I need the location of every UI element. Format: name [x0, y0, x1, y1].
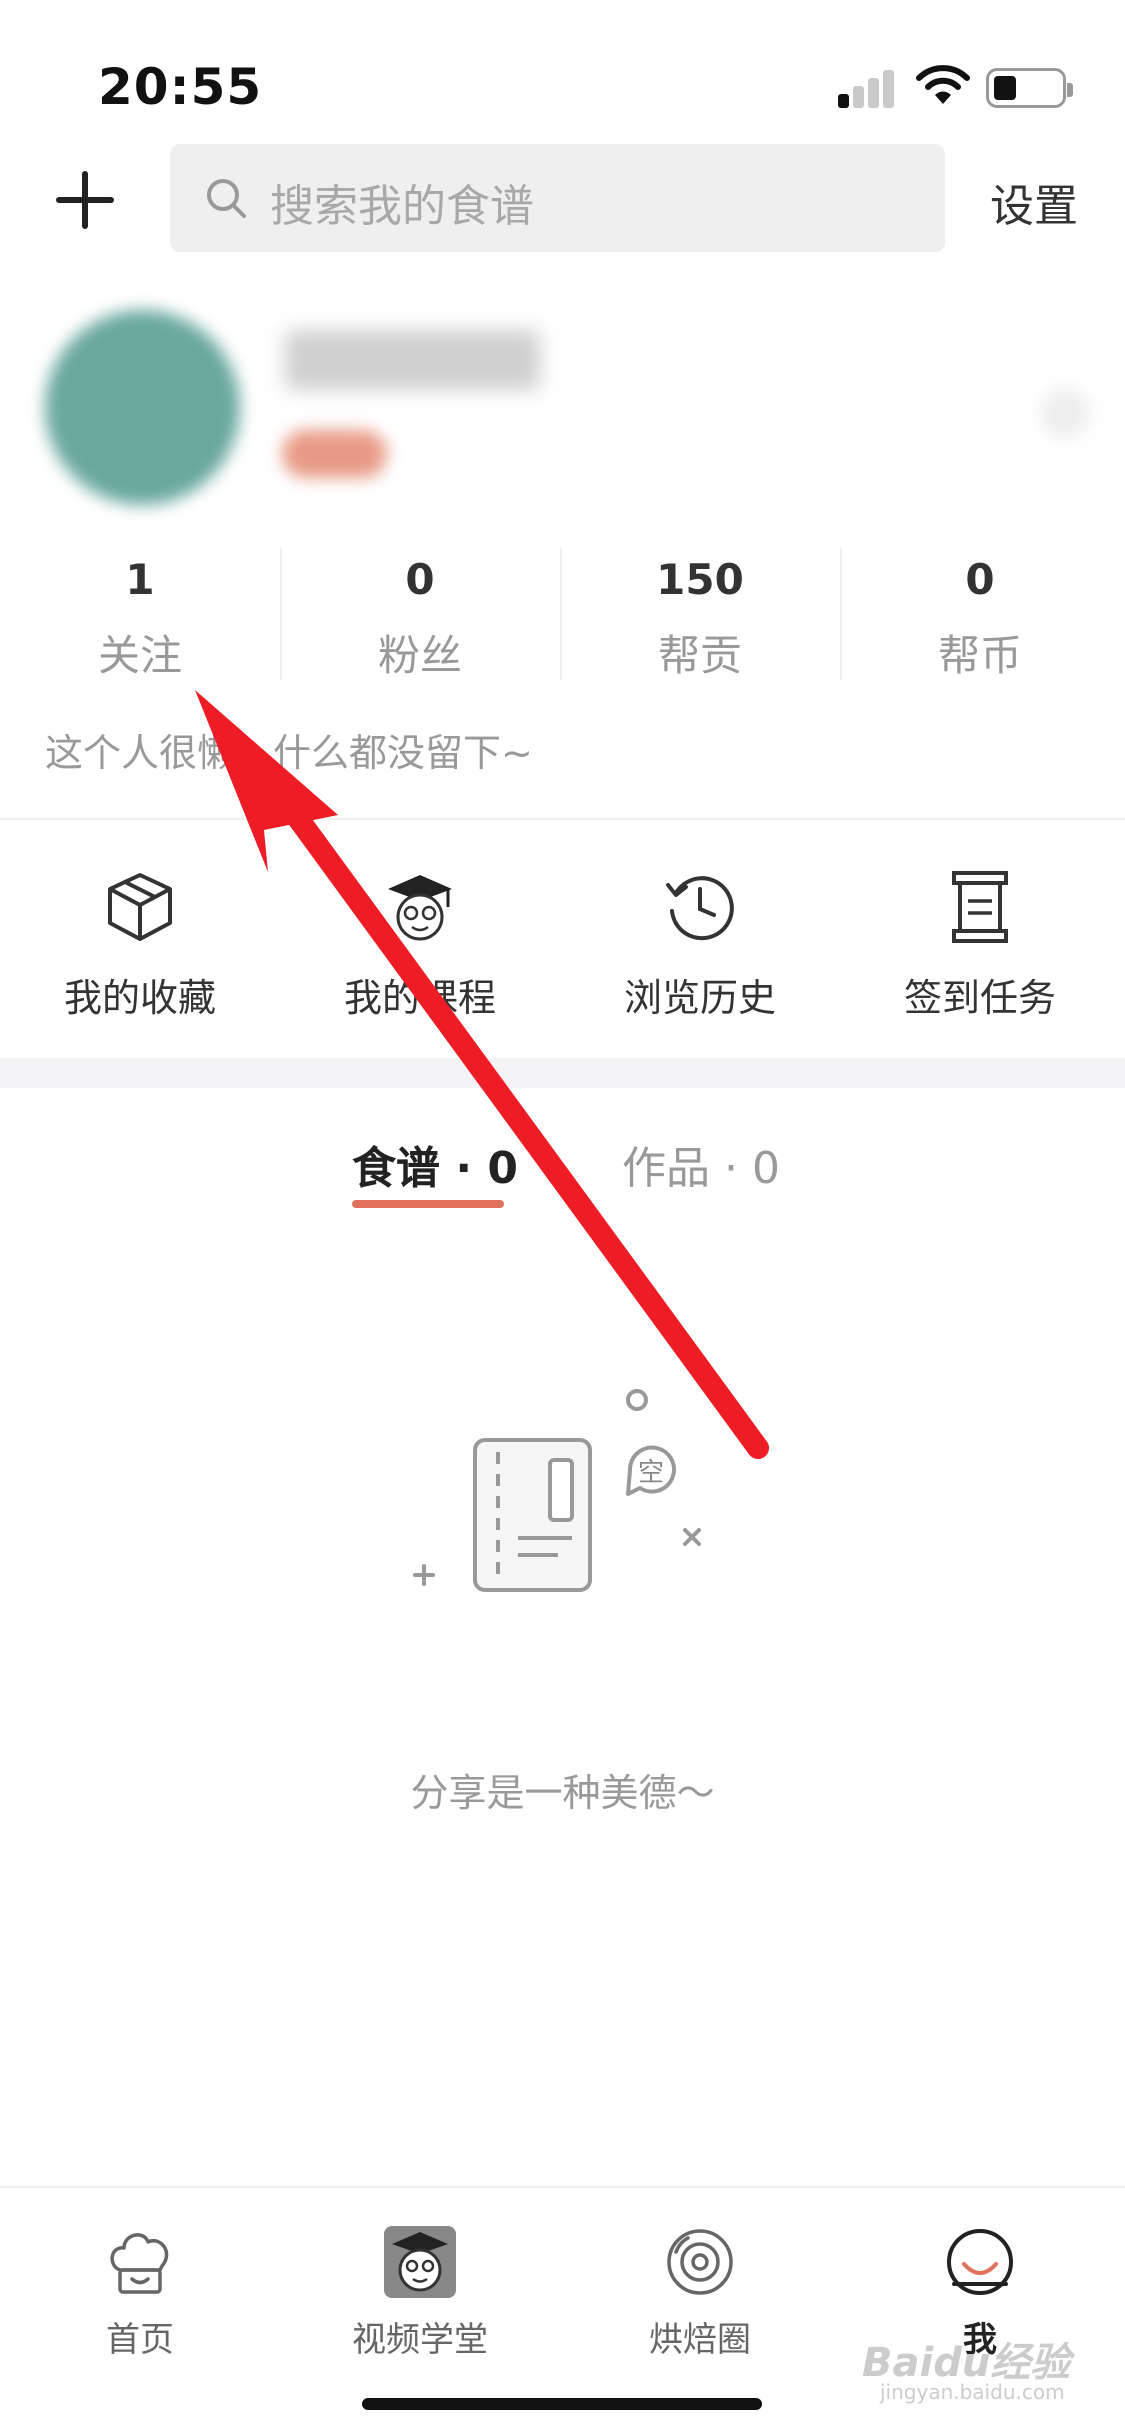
stat-value: 0 [965, 555, 995, 604]
nav-video-school[interactable]: 视频学堂 [280, 2208, 560, 2360]
tab-recipes[interactable]: 食谱 · 0 [352, 1132, 518, 1196]
action-label: 浏览历史 [623, 976, 776, 1020]
nav-label: 视频学堂 [352, 2320, 488, 2360]
watermark-url: jingyan.baidu.com [880, 2380, 1065, 2404]
stat-label: 粉丝 [377, 631, 462, 680]
stat-label: 关注 [97, 631, 182, 680]
my-favorites-button[interactable]: 我的收藏 [0, 855, 280, 1025]
browse-history-button[interactable]: 浏览历史 [560, 855, 840, 1025]
chef-hat-icon [110, 2233, 169, 2294]
stat-label: 帮币 [937, 631, 1022, 680]
chevron-right-icon[interactable] [1040, 388, 1090, 438]
empty-recipe-illustration: 空 [413, 1389, 701, 1592]
action-label: 我的课程 [343, 976, 496, 1020]
stat-followers[interactable]: 0 粉丝 [280, 550, 560, 680]
tab-works[interactable]: 作品 · 0 [622, 1132, 780, 1196]
profile-bio: 这个人很懒，什么都没留下~ [45, 731, 533, 775]
add-button[interactable] [52, 167, 118, 233]
my-courses-button[interactable]: 我的课程 [280, 855, 560, 1025]
user-level-badge [282, 430, 387, 478]
stat-coins[interactable]: 0 帮币 [840, 550, 1120, 680]
section-divider [0, 1058, 1125, 1088]
action-label: 我的收藏 [63, 976, 216, 1020]
history-clock-icon [666, 876, 734, 941]
action-label: 签到任务 [903, 976, 1056, 1020]
avatar[interactable] [45, 310, 240, 505]
search-placeholder: 搜索我的食谱 [270, 181, 534, 232]
profile-icon [947, 2229, 1013, 2295]
wifi-icon [916, 65, 970, 104]
battery-icon [986, 68, 1073, 108]
stat-value: 150 [656, 555, 744, 604]
nav-label: 首页 [106, 2320, 174, 2360]
stat-following[interactable]: 1 关注 [0, 550, 280, 680]
scroll-icon [952, 871, 1008, 943]
stat-value: 1 [125, 555, 155, 604]
checkin-tasks-button[interactable]: 签到任务 [840, 855, 1120, 1025]
graduate-mascot-icon [384, 2226, 456, 2298]
search-input[interactable]: 搜索我的食谱 [170, 144, 945, 252]
nav-baking-circle[interactable]: 烘焙圈 [560, 2208, 840, 2360]
box-icon [108, 873, 172, 941]
status-time: 20:55 [98, 58, 263, 116]
search-icon [207, 179, 246, 218]
home-indicator[interactable] [362, 2398, 762, 2410]
username-blurred [285, 330, 540, 390]
stat-label: 帮贡 [657, 631, 742, 680]
active-tab-indicator [352, 1200, 504, 1208]
cellular-signal-icon [838, 68, 898, 108]
nav-label: 烘焙圈 [649, 2320, 751, 2360]
stat-value: 0 [405, 555, 435, 604]
baking-circle-icon [667, 2229, 733, 2295]
empty-state-message: 分享是一种美德～ [410, 1771, 715, 1815]
settings-button[interactable]: 设置 [990, 170, 1078, 234]
graduate-mascot-icon [388, 875, 452, 941]
status-bar: 20:55 [0, 0, 1125, 140]
nav-home[interactable]: 首页 [0, 2208, 280, 2360]
empty-bubble-text: 空 [638, 1458, 664, 1488]
divider [0, 818, 1125, 820]
stat-contribution[interactable]: 150 帮贡 [560, 550, 840, 680]
